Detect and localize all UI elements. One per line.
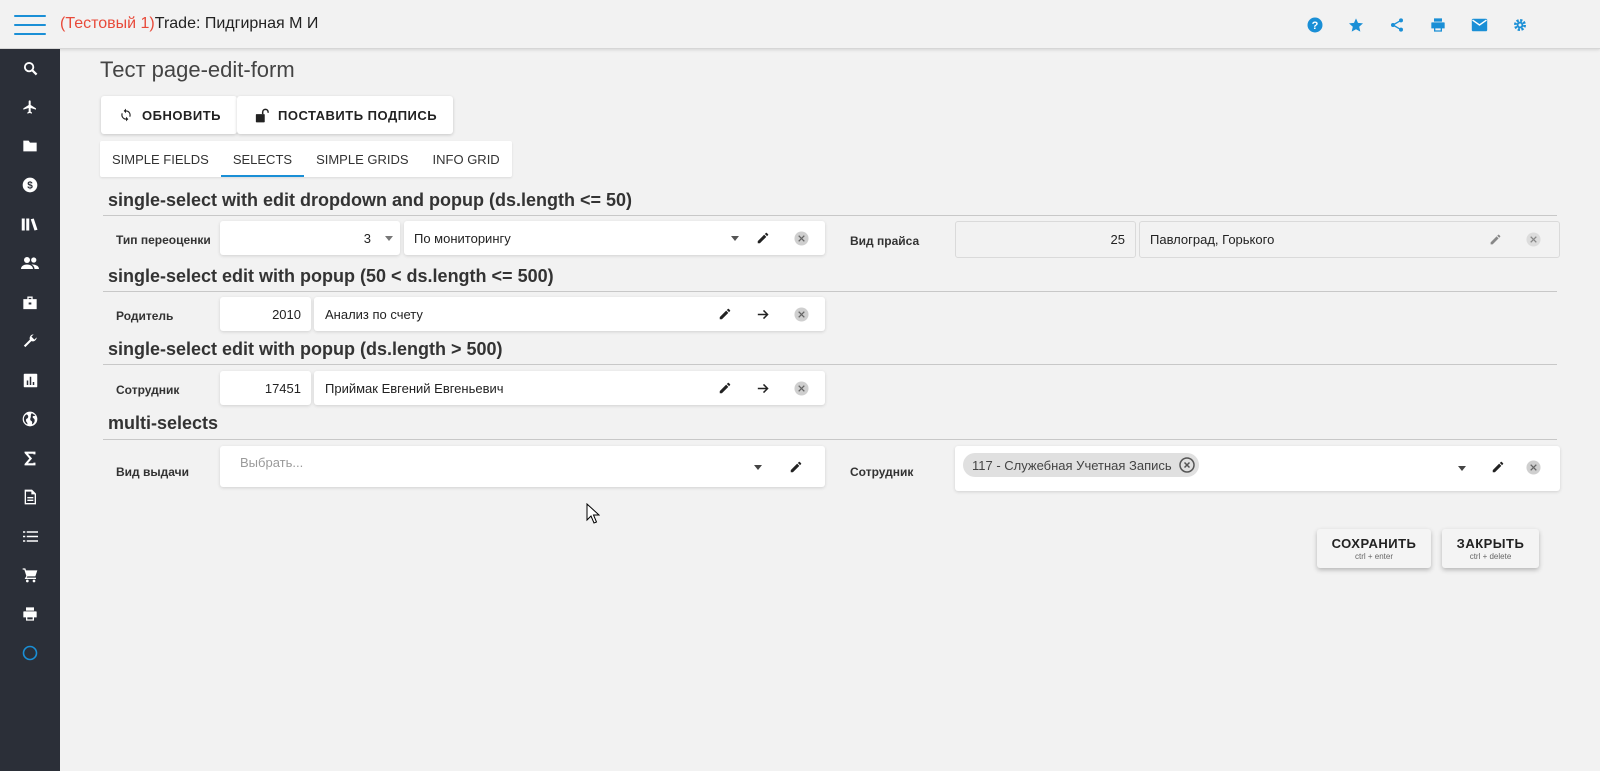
issue-type-multiselect[interactable] — [220, 446, 825, 487]
unlock-icon — [255, 108, 269, 123]
tab-info-grid[interactable]: INFO GRID — [421, 141, 512, 177]
document-icon[interactable] — [0, 478, 60, 516]
dropdown-arrow-icon[interactable] — [752, 460, 764, 474]
save-button[interactable]: СОХРАНИТЬ ctrl + enter — [1317, 529, 1431, 568]
tab-label: SIMPLE FIELDS — [112, 151, 209, 167]
issue-type-placeholder: Выбрать... — [240, 455, 304, 470]
section-divider — [103, 291, 1557, 292]
parent-label: Родитель — [116, 309, 174, 323]
edit-icon[interactable] — [1487, 231, 1503, 247]
selected-chip: 117 - Служебная Учетная Запись — [963, 453, 1199, 477]
svg-text:$: $ — [27, 180, 33, 191]
section-divider — [103, 215, 1557, 216]
section-divider — [103, 364, 1557, 365]
sidebar: $ — [0, 49, 60, 771]
app-title: (Тестовый 1)Trade: Пидгирная М И — [60, 15, 318, 33]
airplane-icon[interactable] — [0, 88, 60, 126]
arrow-right-icon[interactable] — [755, 379, 771, 397]
globe-icon[interactable] — [0, 400, 60, 438]
settings-icon[interactable] — [1510, 16, 1530, 34]
section-title: single-select edit with popup (50 < ds.l… — [108, 266, 554, 286]
dollar-icon[interactable]: $ — [0, 166, 60, 204]
section-title: single-select with edit dropdown and pop… — [108, 190, 633, 210]
chip-remove-icon[interactable] — [1178, 457, 1195, 473]
reval-type-value: По мониторингу — [414, 231, 511, 246]
edit-icon[interactable] — [788, 458, 804, 476]
print-icon[interactable] — [0, 595, 60, 633]
employee-multi-label: Сотрудник — [850, 465, 914, 479]
sigma-icon[interactable] — [0, 439, 60, 477]
star-icon[interactable] — [1346, 16, 1366, 34]
circle-icon[interactable] — [0, 634, 60, 672]
wrench-icon[interactable] — [0, 322, 60, 360]
sign-label: ПОСТАВИТЬ ПОДПИСЬ — [278, 107, 438, 123]
library-icon[interactable] — [0, 205, 60, 243]
tab-simple-grids[interactable]: SIMPLE GRIDS — [304, 141, 420, 177]
price-type-label: Вид прайса — [850, 234, 920, 248]
header-toolbar: ? — [1305, 16, 1530, 34]
clear-icon[interactable] — [1525, 459, 1541, 475]
svg-text:?: ? — [1312, 20, 1319, 32]
folder-icon[interactable] — [0, 127, 60, 165]
mouse-cursor-icon — [586, 503, 600, 524]
tab-simple-fields[interactable]: SIMPLE FIELDS — [100, 141, 221, 177]
top-bar: (Тестовый 1)Trade: Пидгирная М И ? — [0, 0, 1600, 49]
clear-icon[interactable] — [793, 380, 809, 396]
share-icon[interactable] — [1387, 16, 1407, 34]
edit-icon[interactable] — [755, 229, 771, 247]
clear-icon[interactable] — [793, 230, 809, 246]
employee-value: Приймак Евгений Евгеньевич — [325, 381, 504, 396]
tab-bar: SIMPLE FIELDS SELECTS SIMPLE GRIDS INFO … — [100, 141, 512, 177]
refresh-button[interactable]: ОБНОВИТЬ — [101, 96, 237, 134]
issue-type-label: Вид выдачи — [116, 465, 189, 479]
parent-value: Анализ по счету — [325, 307, 423, 322]
test-badge: (Тестовый 1) — [60, 15, 155, 32]
tab-label: INFO GRID — [432, 151, 500, 167]
edit-icon[interactable] — [1490, 458, 1506, 476]
clear-icon[interactable] — [793, 306, 809, 322]
dropdown-arrow-icon[interactable] — [729, 231, 741, 245]
close-label: ЗАКРЫТЬ — [1456, 536, 1525, 551]
close-shortcut: ctrl + delete — [1469, 552, 1512, 561]
list-icon[interactable] — [0, 517, 60, 555]
print-icon[interactable] — [1428, 16, 1448, 34]
search-icon[interactable] — [0, 49, 60, 87]
tab-label: SELECTS — [232, 151, 293, 167]
section-title: multi-selects — [108, 413, 219, 433]
price-type-code: 25 — [1110, 232, 1125, 247]
dropdown-arrow-icon[interactable] — [1456, 461, 1468, 475]
refresh-label: ОБНОВИТЬ — [142, 107, 221, 123]
edit-icon[interactable] — [717, 305, 733, 323]
close-button[interactable]: ЗАКРЫТЬ ctrl + delete — [1442, 529, 1539, 568]
edit-icon[interactable] — [717, 379, 733, 397]
parent-code: 2010 — [272, 307, 301, 322]
section-divider — [103, 439, 1557, 440]
mail-icon[interactable] — [1469, 16, 1489, 34]
employee-label: Сотрудник — [116, 383, 180, 397]
save-label: СОХРАНИТЬ — [1331, 536, 1417, 551]
chip-label: 117 - Служебная Учетная Запись — [972, 457, 1172, 473]
people-icon[interactable] — [0, 244, 60, 282]
employee-code: 17451 — [264, 381, 301, 396]
reval-type-code: 3 — [363, 231, 371, 246]
clear-icon[interactable] — [1525, 231, 1541, 247]
help-icon[interactable]: ? — [1305, 16, 1325, 34]
dropdown-arrow-icon[interactable] — [383, 231, 395, 245]
user-title: Trade: Пидгирная М И — [154, 15, 319, 32]
save-shortcut: ctrl + enter — [1354, 552, 1393, 561]
arrow-right-icon[interactable] — [755, 305, 771, 323]
briefcase-icon[interactable] — [0, 283, 60, 321]
tab-label: SIMPLE GRIDS — [316, 151, 409, 167]
page-title: Тест page-edit-form — [100, 57, 295, 82]
cart-icon[interactable] — [0, 556, 60, 594]
reval-type-label: Тип переоценки — [116, 233, 211, 247]
refresh-icon — [119, 108, 133, 122]
sign-button[interactable]: ПОСТАВИТЬ ПОДПИСЬ — [237, 96, 454, 134]
menu-icon[interactable] — [14, 13, 46, 37]
chart-icon[interactable] — [0, 361, 60, 399]
tab-selects[interactable]: SELECTS — [220, 141, 305, 177]
price-type-value: Павлоград, Горького — [1150, 232, 1275, 247]
section-title: single-select edit with popup (ds.length… — [108, 339, 503, 359]
